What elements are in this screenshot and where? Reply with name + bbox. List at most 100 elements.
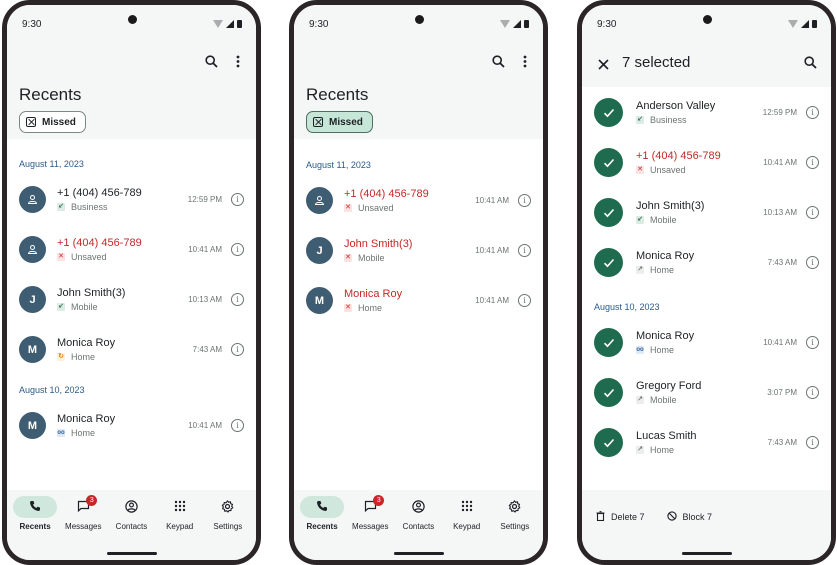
- selected-check-icon[interactable]: [594, 98, 623, 127]
- contact-avatar[interactable]: M: [19, 412, 46, 439]
- call-log-row[interactable]: J John Smith(3) ✕ Mobile 10:41 AM i: [294, 226, 543, 276]
- call-time: 10:41 AM: [188, 245, 222, 254]
- home-indicator[interactable]: [106, 552, 157, 555]
- nav-label: Recents: [19, 522, 51, 531]
- phone-icon: [316, 500, 328, 514]
- info-icon[interactable]: i: [518, 294, 531, 307]
- signal-icon: [513, 20, 521, 28]
- info-icon[interactable]: i: [806, 156, 819, 169]
- missed-call-icon: ✕: [57, 253, 65, 261]
- info-icon[interactable]: i: [806, 386, 819, 399]
- selected-check-icon[interactable]: [594, 248, 623, 277]
- nav-item-recents[interactable]: Recents: [11, 496, 59, 531]
- call-log-row[interactable]: Monica Roy oo Home 10:41 AM i: [582, 318, 831, 368]
- contact-avatar[interactable]: M: [306, 287, 333, 314]
- nav-item-contacts[interactable]: Contacts: [107, 496, 155, 531]
- call-log-row[interactable]: +1 (404) 456-789 ↙ Business 12:59 PM i: [7, 175, 256, 225]
- call-log-row[interactable]: Lucas Smith ↗ Home 7:43 AM i: [582, 418, 831, 468]
- info-icon[interactable]: i: [518, 194, 531, 207]
- call-log-row[interactable]: Anderson Valley ↙ Business 12:59 PM i: [582, 88, 831, 138]
- contact-name: John Smith(3): [636, 200, 705, 212]
- nav-item-messages[interactable]: 3 Messages: [59, 495, 107, 531]
- call-log-row[interactable]: +1 (404) 456-789 ✕ Unsaved 10:41 AM i: [7, 225, 256, 275]
- missed-filter-chip[interactable]: Missed: [19, 111, 86, 133]
- info-icon[interactable]: i: [806, 436, 819, 449]
- wifi-icon: [500, 20, 510, 28]
- info-icon[interactable]: i: [806, 336, 819, 349]
- selected-check-icon[interactable]: [594, 198, 623, 227]
- keypad-icon: [461, 500, 473, 514]
- call-time: 10:41 AM: [763, 158, 797, 167]
- nav-label: Settings: [213, 522, 243, 531]
- chip-label: Missed: [329, 116, 363, 128]
- block-button[interactable]: Block 7: [666, 511, 712, 523]
- nav-item-contacts[interactable]: Contacts: [394, 496, 442, 531]
- contact-name: +1 (404) 456-789: [344, 188, 429, 200]
- call-log-row[interactable]: +1 (404) 456-789 ✕ Unsaved 10:41 AM i: [294, 176, 543, 226]
- info-icon[interactable]: i: [231, 193, 244, 206]
- call-log-row[interactable]: John Smith(3) ↙ Mobile 10:13 AM i: [582, 188, 831, 238]
- info-icon[interactable]: i: [806, 206, 819, 219]
- search-icon[interactable]: [492, 55, 505, 68]
- selected-check-icon[interactable]: [594, 328, 623, 357]
- call-type-label: Home: [71, 428, 96, 438]
- call-log-row[interactable]: Gregory Ford ↗ Mobile 3:07 PM i: [582, 368, 831, 418]
- contact-name: Monica Roy: [636, 250, 695, 262]
- call-type-label: Business: [71, 202, 108, 212]
- call-log-row[interactable]: J John Smith(3) ↙ Mobile 10:13 AM i: [7, 275, 256, 325]
- selected-check-icon[interactable]: [594, 148, 623, 177]
- selected-check-icon[interactable]: [594, 378, 623, 407]
- camera-cutout: [702, 15, 712, 24]
- info-icon[interactable]: i: [231, 243, 244, 256]
- incoming-call-icon: ↙: [57, 303, 65, 311]
- info-icon[interactable]: i: [231, 293, 244, 306]
- incoming-call-icon: ↙: [636, 216, 644, 224]
- nav-item-messages[interactable]: 3 Messages: [346, 495, 394, 531]
- info-icon[interactable]: i: [518, 244, 531, 257]
- delete-button[interactable]: Delete 7: [596, 511, 645, 523]
- call-log-row[interactable]: Monica Roy ↗ Home 7:43 AM i: [582, 238, 831, 288]
- nav-item-recents[interactable]: Recents: [298, 496, 346, 531]
- more-options-icon[interactable]: [236, 55, 240, 68]
- selected-check-icon[interactable]: [594, 428, 623, 457]
- home-indicator[interactable]: [393, 552, 444, 555]
- call-time: 10:41 AM: [188, 421, 222, 430]
- more-options-icon[interactable]: [523, 55, 527, 68]
- contact-avatar[interactable]: J: [19, 286, 46, 313]
- date-section-header: August 10, 2023: [594, 302, 660, 312]
- contact-name: +1 (404) 456-789: [57, 237, 142, 249]
- contact-name: Anderson Valley: [636, 100, 716, 112]
- top-app-bar: Recents Missed: [294, 39, 543, 139]
- call-log-row[interactable]: M Monica Roy oo Home 10:41 AM i: [7, 401, 256, 451]
- contact-avatar[interactable]: J: [306, 237, 333, 264]
- voicemail-icon: oo: [636, 346, 644, 354]
- call-log-row[interactable]: +1 (404) 456-789 ✕ Unsaved 10:41 AM i: [582, 138, 831, 188]
- battery-icon: [524, 20, 529, 28]
- info-icon[interactable]: i: [231, 419, 244, 432]
- search-icon[interactable]: [804, 56, 817, 74]
- phone-screen-selection: 9:30 7 selected Anderson Valley ↙ Business…: [577, 0, 836, 565]
- nav-item-keypad[interactable]: Keypad: [156, 496, 204, 531]
- info-icon[interactable]: i: [806, 106, 819, 119]
- phone-icon: [29, 500, 41, 514]
- person-icon: [315, 195, 324, 206]
- nav-item-keypad[interactable]: Keypad: [443, 496, 491, 531]
- contact-avatar[interactable]: [306, 187, 333, 214]
- call-log-row[interactable]: M Monica Roy ✕ Home 10:41 AM i: [294, 276, 543, 326]
- settings-icon: [221, 499, 234, 515]
- close-icon[interactable]: [598, 57, 609, 75]
- home-indicator[interactable]: [681, 552, 732, 555]
- nav-item-settings[interactable]: Settings: [204, 496, 252, 531]
- contact-avatar[interactable]: M: [19, 336, 46, 363]
- call-log-list: August 11, 2023 +1 (404) 456-789 ✕ Unsaved 1…: [294, 154, 543, 326]
- nav-item-settings[interactable]: Settings: [491, 496, 539, 531]
- search-icon[interactable]: [205, 55, 218, 68]
- call-log-row[interactable]: M Monica Roy ↻ Home 7:43 AM i: [7, 325, 256, 375]
- contact-avatar[interactable]: [19, 236, 46, 263]
- selection-action-bar: Delete 7 Block 7: [582, 490, 831, 560]
- info-icon[interactable]: i: [231, 343, 244, 356]
- missed-filter-chip[interactable]: Missed: [306, 111, 373, 133]
- top-app-bar: Recents Missed: [7, 39, 256, 139]
- info-icon[interactable]: i: [806, 256, 819, 269]
- contact-avatar[interactable]: [19, 186, 46, 213]
